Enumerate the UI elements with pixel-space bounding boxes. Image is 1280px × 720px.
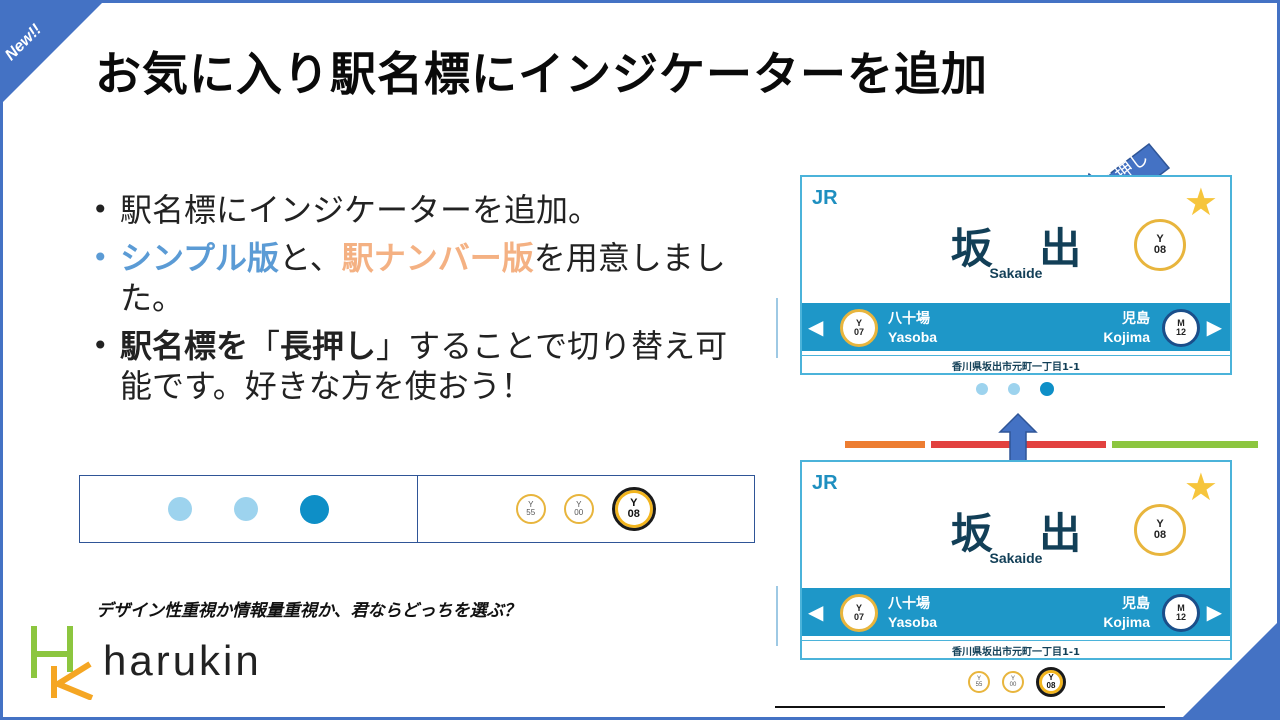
jr-logo: JR (812, 187, 838, 209)
prev-arrow-icon[interactable]: ◀ (808, 600, 823, 624)
caption-text: デザイン性重視か情報量重視か、君ならどっちを選ぶ？ (96, 601, 521, 621)
page-dot (167, 497, 192, 521)
next-station-roman: Kojima (1103, 329, 1150, 345)
page-dot[interactable] (1008, 383, 1020, 395)
station-address: 香川県坂出市元町一丁目1-1 (802, 640, 1230, 658)
prev-station-roman: Yasoba (888, 614, 938, 630)
prev-station-roman: Yasoba (888, 329, 938, 345)
station-number-badge: Y 08 (1134, 219, 1186, 271)
page-dot (233, 497, 258, 521)
next-arrow-icon[interactable]: ▶ (1207, 600, 1222, 624)
station-number-badge: Y 08 (1134, 504, 1186, 556)
station-number-tag-active: Y 08 (611, 487, 656, 531)
line-color-stripes (845, 441, 1258, 448)
prev-station-kanji: 八十場 (888, 311, 930, 327)
station-sign-board[interactable]: JR 坂 出 Sakaide Y 08 ★ ◀ Y 07 八十場 Yasoba 児島… (800, 460, 1232, 660)
page-dot-active (299, 494, 329, 524)
simple-version-text: シンプル版 (120, 239, 280, 277)
station-number-tag-active[interactable]: Y 08 (1036, 667, 1066, 697)
new-ribbon: New!! (0, 0, 105, 105)
next-station-bar: ◀ Y 07 八十場 Yasoba 児島 Kojima M 12 ▶ (802, 588, 1230, 636)
page-dot[interactable] (976, 383, 988, 395)
panel-edge-line (776, 586, 778, 646)
prev-arrow-icon[interactable]: ◀ (808, 315, 823, 339)
station-number-tag: Y 55 (515, 494, 546, 524)
prev-station-number: Y 07 (840, 594, 878, 632)
station-number-tag[interactable]: Y 00 (1002, 671, 1024, 693)
next-station-number: M 12 (1162, 309, 1200, 347)
station-sign-board[interactable]: JR 坂 出 Sakaide Y 08 ★ ◀ Y 07 八十場 Yasoba 児島… (800, 175, 1232, 375)
next-station-kanji: 児島 (1122, 311, 1150, 327)
next-arrow-icon[interactable]: ▶ (1207, 315, 1222, 339)
favorite-star-icon[interactable]: ★ (1184, 183, 1218, 221)
page-indicator (976, 382, 1054, 396)
panel-edge-line (776, 298, 778, 358)
bullet-list: 駅名標にインジケーターを追加。 シンプル版と、駅ナンバー版を用意しました。 駅名… (92, 190, 742, 414)
prev-station-kanji: 八十場 (888, 596, 930, 612)
number-version-text: 駅ナンバー版 (341, 239, 534, 277)
next-station-roman: Kojima (1103, 614, 1150, 630)
next-station-number: M 12 (1162, 594, 1200, 632)
simple-indicator (80, 476, 418, 542)
bullet-2: シンプル版と、駅ナンバー版を用意しました。 (92, 238, 742, 318)
indicator-comparison: Y 55 Y 00 Y 08 (79, 475, 755, 543)
number-indicator: Y 55 Y 00 Y 08 (418, 476, 755, 542)
bullet-3: 駅名標を「長押し」することで切り替え可能です。好きな方を使おう！ (92, 326, 742, 406)
divider (775, 706, 1165, 708)
station-number-tag[interactable]: Y 55 (968, 671, 990, 693)
bullet-1: 駅名標にインジケーターを追加。 (92, 190, 742, 230)
slide-title: お気に入り駅名標にインジケーターを追加 (95, 47, 988, 101)
number-page-indicator: Y 55 Y 00 Y 08 (968, 667, 1066, 697)
next-station-kanji: 児島 (1122, 596, 1150, 612)
logo-wordmark: harukin (103, 637, 262, 684)
next-station-bar: ◀ Y 07 八十場 Yasoba 児島 Kojima M 12 ▶ (802, 303, 1230, 351)
favorite-star-icon[interactable]: ★ (1184, 468, 1218, 506)
page-dot-active[interactable] (1040, 382, 1054, 396)
station-number-tag: Y 00 (563, 494, 594, 524)
prev-station-number: Y 07 (840, 309, 878, 347)
jr-logo: JR (812, 472, 838, 494)
station-address: 香川県坂出市元町一丁目1-1 (802, 355, 1230, 373)
